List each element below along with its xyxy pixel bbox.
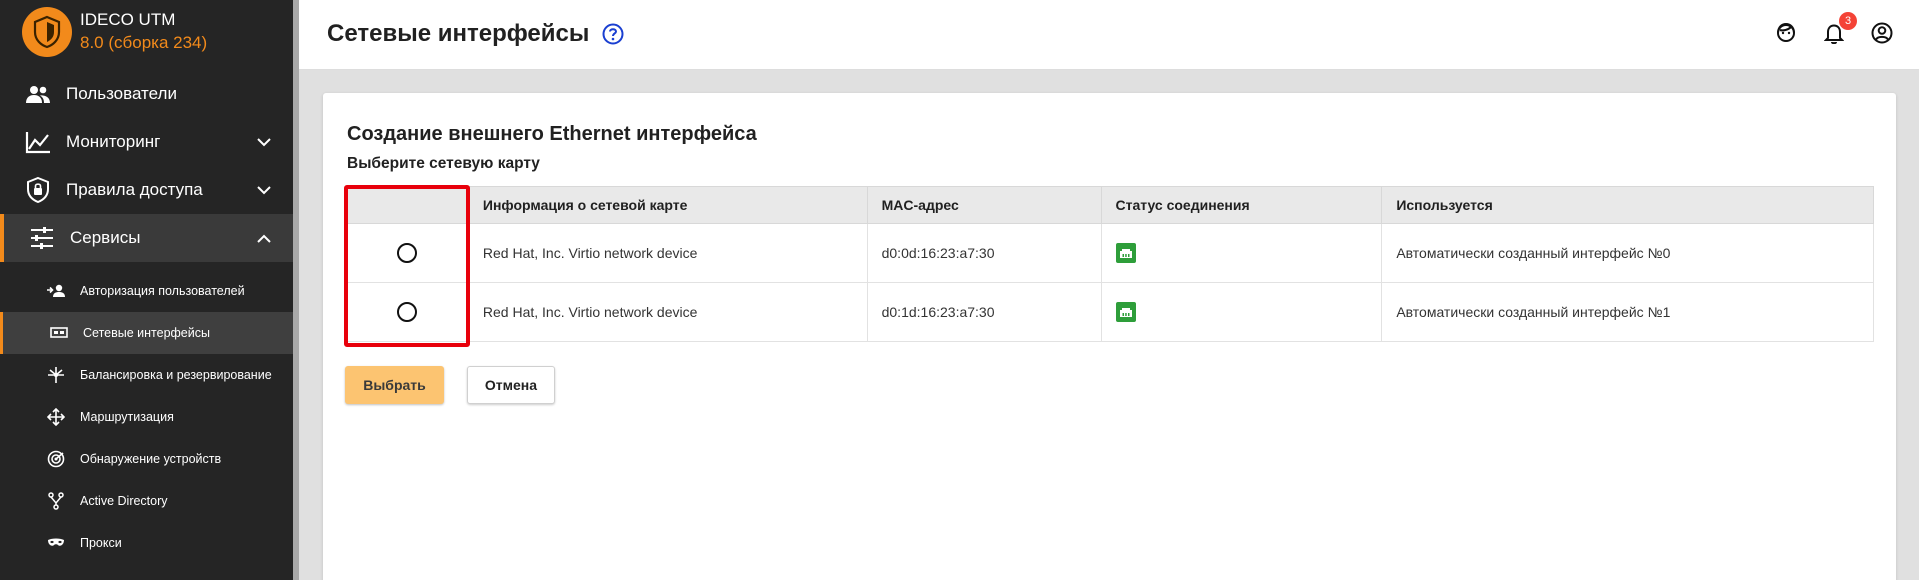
page-title: Сетевые интерфейсы (327, 20, 590, 47)
chevron-up-icon (255, 229, 273, 247)
sidebar-item-label: Сервисы (70, 228, 141, 247)
sidebar-item-monitoring[interactable]: Мониторинг (0, 118, 293, 166)
sidebar-subitem-label: Маршрутизация (80, 410, 174, 424)
sidebar-subitem-routing[interactable]: Маршрутизация (0, 396, 293, 438)
account-button[interactable] (1867, 20, 1897, 50)
used-by-cell: Автоматически созданный интерфейс №0 (1381, 223, 1874, 283)
page-header: Сетевые интерфейсы 3 (299, 0, 1919, 70)
status-cell (1100, 223, 1383, 283)
sidebar-subitem-balancing[interactable]: Балансировка и резервирование (0, 354, 293, 396)
branch-icon (46, 491, 66, 511)
mask-icon (46, 533, 66, 553)
mac-address-cell: d0:1d:16:23:a7:30 (866, 282, 1102, 342)
sidebar-subitem-network-interfaces[interactable]: Сетевые интерфейсы (0, 312, 293, 354)
sidebar-subitem-label: Балансировка и резервирование (80, 368, 272, 382)
routing-icon (46, 407, 66, 427)
table-row[interactable]: Red Hat, Inc. Virtio network device d0:1… (345, 282, 1874, 342)
sidebar-item-users[interactable]: Пользователи (0, 70, 293, 118)
app-version: 8.0 (сборка 234) (80, 33, 208, 52)
ideco-logo-icon (22, 7, 72, 57)
sidebar-item-label: Правила доступа (66, 180, 203, 199)
sidebar-scrollbar[interactable] (293, 0, 299, 580)
nic-info-cell: Red Hat, Inc. Virtio network device (467, 282, 868, 342)
brand[interactable]: IDECO UTM 8.0 (сборка 234) (22, 7, 207, 57)
users-icon (24, 80, 52, 108)
card-title: Создание внешнего Ethernet интерфейса (347, 123, 757, 145)
column-header-select (345, 186, 469, 224)
status-cell (1100, 282, 1383, 342)
select-radio[interactable] (396, 302, 417, 322)
column-header-mac[interactable]: MAC-адрес (866, 186, 1102, 224)
mac-address-cell: d0:0d:16:23:a7:30 (866, 223, 1102, 283)
sidebar-subitem-label: Обнаружение устройств (80, 452, 222, 466)
card-subtitle: Выберите сетевую карту (347, 155, 540, 172)
cancel-button[interactable]: Отмена (467, 366, 555, 404)
radio-cell (345, 223, 469, 283)
column-header-info[interactable]: Информация о сетевой карте (467, 186, 868, 224)
sidebar-subitem-label: Сетевые интерфейсы (83, 326, 210, 340)
sidebar-item-label: Мониторинг (66, 132, 161, 151)
app-name: IDECO UTM (80, 10, 176, 30)
sidebar-subitem-discovery[interactable]: Обнаружение устройств (0, 438, 293, 480)
account-circle-icon (1871, 22, 1893, 49)
sidebar-subitem-user-auth[interactable]: Авторизация пользователей (0, 270, 293, 312)
column-header-used[interactable]: Используется (1381, 186, 1874, 224)
select-radio[interactable] (396, 243, 417, 263)
chevron-down-icon (255, 181, 273, 199)
radio-cell (345, 282, 469, 342)
sidebar-item-services[interactable]: Сервисы (0, 214, 293, 262)
table-header-row: Информация о сетевой карте MAC-адрес Ста… (345, 186, 1874, 224)
sidebar-subitem-label: Active Directory (80, 494, 168, 508)
sliders-icon (28, 224, 56, 252)
sidebar-subitem-proxy[interactable]: Прокси (0, 522, 293, 564)
sidebar-item-label: Пользователи (66, 84, 177, 103)
column-header-status[interactable]: Статус соединения (1100, 186, 1383, 224)
ethernet-connected-icon (1115, 302, 1136, 322)
used-by-cell: Автоматически созданный интерфейс №1 (1381, 282, 1874, 342)
chart-line-icon (24, 128, 52, 156)
user-auth-icon (46, 281, 66, 301)
balance-icon (46, 365, 66, 385)
select-button[interactable]: Выбрать (345, 366, 444, 404)
support-agent-button[interactable] (1771, 20, 1801, 50)
chevron-down-icon (255, 133, 273, 151)
network-card-icon (49, 323, 69, 343)
sidebar-subitem-active-directory[interactable]: Active Directory (0, 480, 293, 522)
table-row[interactable]: Red Hat, Inc. Virtio network device d0:0… (345, 223, 1874, 283)
notifications-button[interactable]: 3 (1819, 12, 1857, 50)
notifications-badge: 3 (1839, 12, 1857, 30)
ethernet-connected-icon (1115, 243, 1136, 263)
create-interface-card: Создание внешнего Ethernet интерфейса Вы… (323, 93, 1896, 580)
network-cards-table: Информация о сетевой карте MAC-адрес Ста… (345, 186, 1874, 342)
sidebar-subitem-label: Прокси (80, 536, 122, 550)
nic-info-cell: Red Hat, Inc. Virtio network device (467, 223, 868, 283)
shield-lock-icon (24, 176, 52, 204)
help-icon[interactable] (602, 23, 624, 45)
sidebar: IDECO UTM 8.0 (сборка 234) Пользователи … (0, 0, 293, 580)
radar-icon (46, 449, 66, 469)
sidebar-item-access-rules[interactable]: Правила доступа (0, 166, 293, 214)
support-agent-icon (1775, 22, 1797, 49)
sidebar-subitem-label: Авторизация пользователей (80, 284, 245, 298)
